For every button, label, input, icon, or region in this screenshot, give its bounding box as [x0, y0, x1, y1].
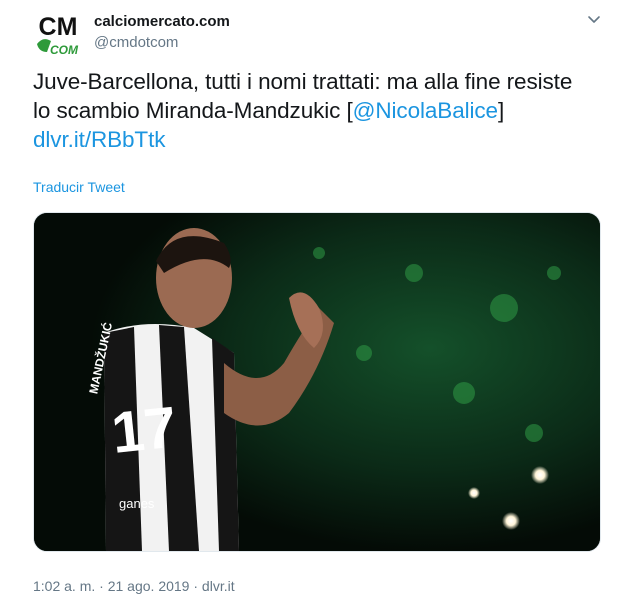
translate-tweet-button[interactable]: Traducir Tweet — [33, 179, 125, 195]
meta-separator: · — [99, 578, 104, 594]
tweet-source-link[interactable]: dlvr.it — [202, 578, 235, 594]
tweet-time[interactable]: 1:02 a. m. — [33, 578, 95, 594]
tweet-card: CM COM calciomercato.com @cmdotcom Juve-… — [0, 0, 630, 605]
author-block: calciomercato.com @cmdotcom — [94, 13, 230, 52]
stadium-light — [502, 512, 520, 530]
author-display-name[interactable]: calciomercato.com — [94, 13, 230, 31]
meta-separator: · — [193, 578, 199, 594]
avatar-logo-swoosh — [37, 39, 51, 52]
tweet-text-line-2-prefix: lo scambio Miranda-Mandzukic [ — [33, 98, 353, 123]
mention-link[interactable]: @NicolaBalice — [353, 98, 498, 123]
author-handle[interactable]: @cmdotcom — [94, 34, 230, 52]
avatar[interactable]: CM COM — [33, 8, 83, 58]
stadium-light — [468, 487, 480, 499]
avatar-logo-com: COM — [50, 43, 79, 57]
tweet-url-link[interactable]: dlvr.it/RBbTtk — [33, 127, 165, 152]
avatar-logo-cm: CM — [39, 13, 78, 41]
chevron-down-icon[interactable] — [587, 15, 601, 25]
stadium-light — [531, 466, 549, 484]
tweet-text-line-1: Juve-Barcellona, tutti i nomi trattati: … — [33, 69, 573, 94]
tweet-text: Juve-Barcellona, tutti i nomi trattati: … — [33, 67, 613, 154]
jersey-sponsor: ganes — [119, 496, 155, 511]
tweet-meta: 1:02 a. m. · 21 ago. 2019 · dlvr.it — [33, 578, 235, 594]
media-photo: 17 MANDŽUKIĆ ganes — [34, 213, 600, 551]
tweet-text-line-2-suffix: ] — [497, 98, 505, 123]
tweet-text-line-2: lo scambio Miranda-Mandzukic [@NicolaBal… — [33, 96, 613, 125]
tweet-media[interactable]: 17 MANDŽUKIĆ ganes — [33, 212, 601, 552]
jersey-number: 17 — [109, 395, 180, 466]
tweet-date[interactable]: 21 ago. 2019 — [108, 578, 190, 594]
